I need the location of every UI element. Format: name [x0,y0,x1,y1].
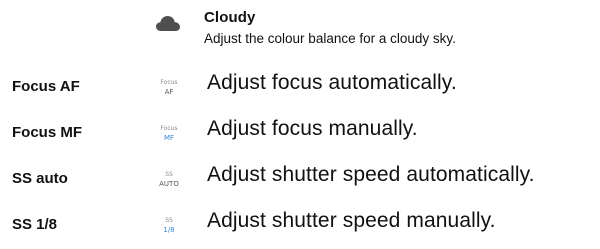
focus-af-icon: Focus AF [154,80,184,96]
row-label: SS auto [12,170,68,187]
list-item-focus-mf: Focus MF Focus MF Adjust focus manually. [0,117,600,164]
icon-bottom-text: AF [164,88,174,96]
row-description: Adjust shutter speed manually. [207,209,496,232]
shutter-speed-manual-icon: SS 1/8 [154,218,184,234]
cloudy-title: Cloudy [204,9,256,26]
icon-bottom-text: MF [163,134,175,142]
cloud-icon [156,16,180,31]
row-label: Focus MF [12,124,82,141]
shutter-speed-auto-icon: SS AUTO [154,172,184,188]
row-description: Adjust shutter speed automatically. [207,163,535,186]
focus-mf-icon: Focus MF [154,126,184,142]
icon-top-text: SS [165,217,173,224]
icon-bottom-text: AUTO [159,180,179,188]
icon-top-text: Focus [160,79,178,86]
row-description: Adjust focus manually. [207,117,418,140]
row-label: Focus AF [12,78,80,95]
list-item-ss-auto: SS auto SS AUTO Adjust shutter speed aut… [0,163,600,210]
icon-bottom-text: 1/8 [163,226,175,234]
list-item-ss-1-8: SS 1/8 SS 1/8 Adjust shutter speed manua… [0,209,600,249]
row-description: Adjust focus automatically. [207,71,457,94]
icon-top-text: SS [165,171,173,178]
row-label: SS 1/8 [12,216,58,233]
list-item-focus-af: Focus AF Focus AF Adjust focus automatic… [0,71,600,118]
cloudy-description: Adjust the colour balance for a cloudy s… [204,31,456,46]
settings-reference-page: Cloudy Adjust the colour balance for a c… [0,0,600,249]
icon-top-text: Focus [160,125,178,132]
